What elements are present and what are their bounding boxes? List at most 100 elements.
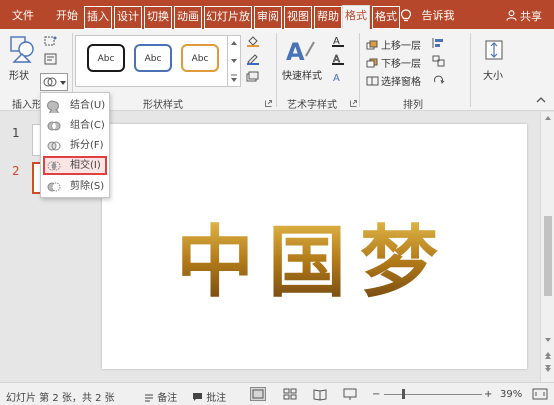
tab-slideshow[interactable]: 幻灯片放 — [204, 6, 252, 29]
tab-file[interactable]: 文件 — [6, 6, 40, 29]
edit-shape-icon[interactable] — [44, 35, 58, 47]
menu-item-fragment[interactable]: 拆分(F) — [43, 136, 107, 155]
text-box-icon[interactable] — [44, 53, 58, 65]
comments-label: 批注 — [206, 393, 227, 404]
selection-pane-icon — [366, 76, 379, 86]
collapse-ribbon-icon[interactable] — [536, 95, 546, 103]
fit-to-window-icon[interactable] — [532, 387, 548, 401]
union-icon — [47, 100, 59, 113]
comment-icon — [193, 393, 202, 401]
status-bar: 幻灯片 第 2 张，共 2 张 备注 批注 − + 39% — [0, 382, 554, 405]
slide-sorter-icon[interactable] — [282, 387, 298, 401]
quick-styles-icon[interactable]: A — [284, 36, 318, 66]
tab-format[interactable]: 格式 — [372, 6, 400, 29]
bring-forward-icon — [366, 40, 378, 50]
merge-shapes-button[interactable] — [40, 73, 68, 91]
selection-pane-label: 选择窗格 — [381, 77, 421, 88]
group-label-wordart: 艺术字样式 — [287, 100, 337, 111]
shape-outline-icon[interactable] — [246, 53, 260, 65]
tab-insert[interactable]: 插入 — [84, 6, 112, 29]
notes-icon — [145, 394, 153, 402]
ribbon-tab-bar: 文件 开始 插入 设计 切换 动画 幻灯片放 审阅 视图 帮助 格式 格式 告诉… — [0, 0, 554, 29]
person-icon — [505, 10, 517, 21]
menu-item-combine-label: 组合(C) — [70, 120, 105, 131]
menu-item-intersect-label: 相交(I) — [70, 160, 101, 171]
shape-style-2[interactable]: Abc — [134, 44, 172, 72]
merge-shapes-menu: 结合(U) 组合(C) 拆分(F) 相交(I) 剪除(S) — [40, 92, 110, 198]
size-label[interactable]: 大小 — [483, 67, 503, 82]
scroll-prev-icon[interactable] — [541, 334, 554, 346]
zoom-slider-thumb[interactable] — [402, 389, 405, 399]
tab-design[interactable]: 设计 — [114, 6, 142, 29]
slideshow-icon[interactable] — [342, 387, 358, 401]
slide-number-2: 2 — [12, 164, 20, 178]
menu-item-intersect[interactable]: 相交(I) — [43, 156, 107, 175]
menu-item-subtract[interactable]: 剪除(S) — [43, 177, 107, 196]
selection-pane-button[interactable]: 选择窗格 — [366, 73, 421, 88]
group-icon[interactable] — [432, 55, 446, 67]
zoom-level[interactable]: 39% — [500, 389, 522, 400]
send-backward-button[interactable]: 下移一层 — [366, 55, 421, 70]
tab-format-active[interactable]: 格式 — [342, 5, 370, 29]
shape-effects-icon[interactable] — [246, 71, 260, 83]
reading-view-icon[interactable] — [312, 387, 328, 401]
merge-shapes-icon — [43, 77, 57, 87]
page-up-icon[interactable] — [541, 348, 554, 360]
shape-label[interactable]: 形状 — [9, 67, 29, 82]
combine-icon — [47, 121, 61, 131]
shape-style-1[interactable]: Abc — [87, 44, 125, 72]
tab-animations[interactable]: 动画 — [174, 6, 202, 29]
comments-button[interactable]: 批注 — [192, 389, 226, 404]
zoom-out-button[interactable]: − — [372, 389, 380, 400]
vertical-scrollbar[interactable] — [540, 112, 554, 382]
svg-text:A: A — [333, 73, 340, 83]
group-label-shape-styles: 形状样式 — [143, 100, 183, 111]
align-icon[interactable] — [432, 37, 446, 49]
tab-review[interactable]: 审阅 — [254, 6, 282, 29]
slide[interactable]: 中国梦 — [102, 124, 527, 369]
zoom-slider-track[interactable] — [384, 394, 482, 395]
svg-text:A: A — [286, 38, 305, 66]
bring-forward-button[interactable]: 上移一层 — [366, 37, 421, 52]
tab-home[interactable]: 开始 — [54, 6, 80, 29]
text-outline-icon[interactable]: A — [331, 53, 345, 65]
size-icon[interactable] — [483, 37, 505, 63]
dialog-launcher-icon[interactable] — [265, 100, 272, 107]
send-backward-icon — [366, 58, 378, 68]
scrollbar-thumb[interactable] — [544, 216, 552, 296]
text-effects-icon[interactable]: A — [331, 71, 345, 83]
gallery-scroll[interactable] — [227, 35, 239, 87]
rotate-icon[interactable] — [432, 73, 446, 85]
menu-item-union[interactable]: 结合(U) — [43, 96, 107, 115]
share-label: 共享 — [520, 10, 542, 23]
dialog-launcher-icon[interactable] — [350, 100, 357, 107]
bring-forward-label: 上移一层 — [381, 41, 421, 52]
tab-transitions[interactable]: 切换 — [144, 6, 172, 29]
page-down-icon[interactable] — [541, 364, 554, 376]
share-button[interactable]: 共享 — [505, 8, 542, 24]
subtract-icon — [47, 182, 61, 192]
shapes-icon[interactable] — [9, 35, 37, 65]
tab-view[interactable]: 视图 — [284, 6, 312, 29]
divider — [359, 33, 360, 107]
text-fill-icon[interactable]: A — [331, 35, 345, 47]
chevron-down-icon — [60, 81, 66, 85]
slide-number-1: 1 — [12, 126, 20, 140]
notes-label: 备注 — [157, 393, 178, 404]
notes-button[interactable]: 备注 — [144, 389, 177, 404]
normal-view-icon[interactable] — [250, 387, 266, 401]
zoom-in-button[interactable]: + — [484, 389, 492, 400]
divider — [470, 33, 471, 107]
quick-styles-label[interactable]: 快速样式 — [282, 67, 322, 82]
lightbulb-icon — [400, 9, 412, 22]
shape-fill-icon[interactable] — [246, 35, 260, 47]
scroll-up-icon[interactable] — [541, 112, 554, 124]
tell-me-search[interactable]: 告诉我 — [418, 6, 458, 29]
fragment-icon — [47, 141, 61, 151]
slide-artwork: 中国梦 — [176, 217, 452, 308]
group-label-arrange: 排列 — [403, 100, 423, 111]
shape-style-3[interactable]: Abc — [181, 44, 219, 72]
menu-item-combine[interactable]: 组合(C) — [43, 116, 107, 135]
slide-title-text[interactable]: 中国梦 — [176, 217, 452, 308]
tab-help[interactable]: 帮助 — [314, 6, 342, 29]
